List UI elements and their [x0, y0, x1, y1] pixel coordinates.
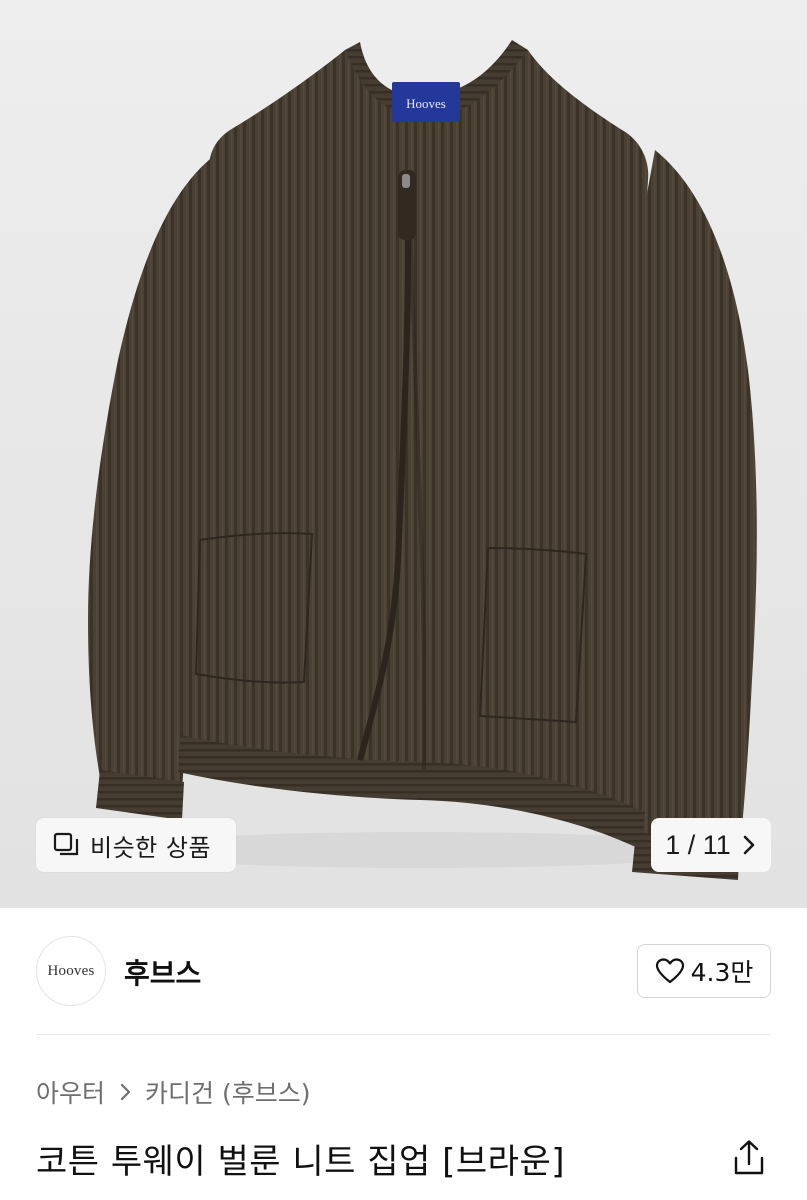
brand-row: Hooves 후브스 4.3만 [0, 908, 807, 1036]
brand-name[interactable]: 후브스 [124, 952, 201, 992]
divider [36, 1034, 771, 1035]
garment-tag-text: Hooves [406, 96, 446, 111]
breadcrumb-item-outer[interactable]: 아우터 [36, 1074, 105, 1110]
brand-logo[interactable]: Hooves [36, 936, 106, 1006]
heart-icon [655, 957, 685, 985]
breadcrumb: 아우터 카디건 (후브스) [36, 1074, 310, 1110]
like-count: 4.3만 [690, 958, 754, 987]
chevron-right-icon [119, 1082, 133, 1102]
breadcrumb-item-cardigan[interactable]: 카디건 (후브스) [145, 1074, 310, 1110]
image-counter-text: 1 / 11 [665, 829, 731, 860]
copy-icon [52, 831, 80, 859]
similar-products-button[interactable]: 비슷한 상품 [36, 818, 236, 872]
share-icon[interactable] [730, 1138, 768, 1178]
product-title: 코튼 투웨이 벌룬 니트 집업 [브라운] [36, 1142, 565, 1182]
product-photo: Hooves [88, 40, 757, 880]
brand-logo-text: Hooves [47, 962, 95, 979]
similar-products-label: 비슷한 상품 [90, 833, 212, 862]
product-image-gallery[interactable]: Hooves 비슷한 상품 1 / 11 [0, 0, 807, 908]
chevron-right-icon [741, 834, 757, 856]
image-counter-button[interactable]: 1 / 11 [651, 818, 771, 872]
like-button[interactable]: 4.3만 [637, 944, 771, 998]
